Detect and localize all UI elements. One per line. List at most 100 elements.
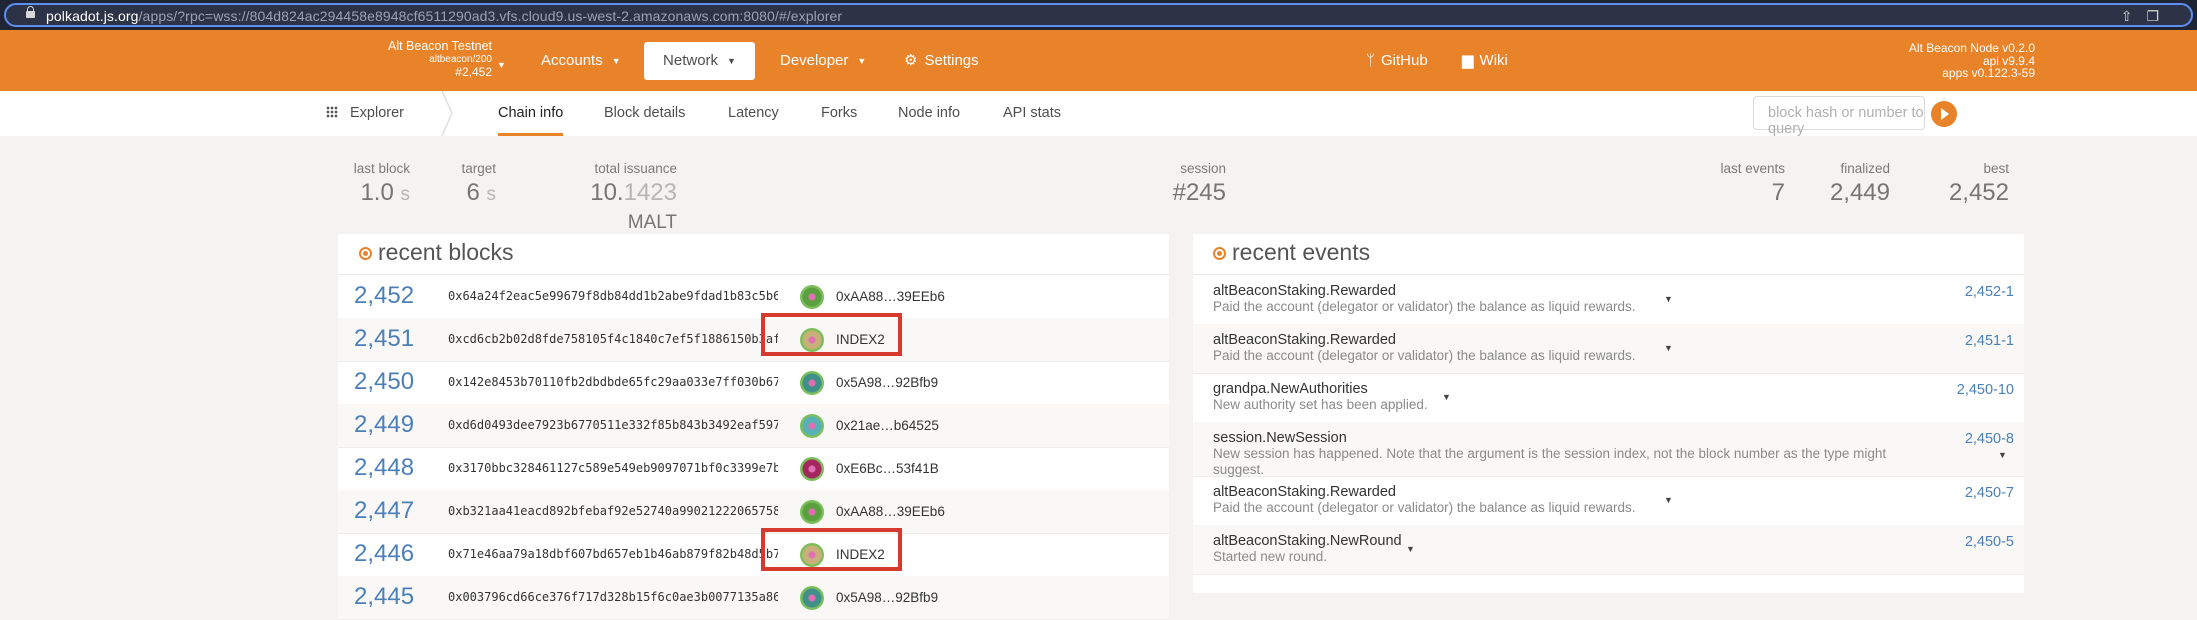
tab-latency[interactable]: Latency <box>728 91 779 136</box>
block-author[interactable]: 0xE6Bc…53f41B <box>836 461 939 476</box>
menu-settings[interactable]: ⚙ Settings <box>904 30 979 91</box>
author-identicon-icon[interactable] <box>800 457 824 481</box>
block-row[interactable]: 2,452 0x64a24f2eac5e99679f8db84dd1b2abe9f… <box>338 275 1169 319</box>
expand-chevron-icon[interactable]: ▼ <box>1998 450 2007 460</box>
menu-accounts[interactable]: Accounts ▼ <box>541 30 621 91</box>
chain-selector[interactable]: Alt Beacon Testnet altbeacon/200 #2,452 … <box>330 40 506 79</box>
expand-chevron-icon[interactable]: ▼ <box>1664 343 1673 353</box>
block-row[interactable]: 2,450 0x142e8453b70110fb2dbdbde65fc29aa03… <box>338 361 1169 405</box>
block-number[interactable]: 2,447 <box>354 497 414 525</box>
author-identicon-icon[interactable] <box>800 586 824 610</box>
stat-total-issuance: total issuance 10.1423 MALT <box>540 161 677 235</box>
recent-events-panel: recent events altBeaconStaking.Rewarded P… <box>1193 234 2024 593</box>
event-id-link[interactable]: 2,451-1 <box>1965 333 2014 349</box>
explorer-section[interactable]: Explorer <box>326 91 404 136</box>
tabs-icon[interactable]: ❐ <box>2146 8 2173 24</box>
expand-chevron-icon[interactable]: ▼ <box>1664 294 1673 304</box>
author-identicon-icon[interactable] <box>800 328 824 352</box>
block-author[interactable]: 0x5A98…92Bfb9 <box>836 375 938 390</box>
block-hash: 0xcd6cb2b02d8fde758105f4c1840c7ef5f18861… <box>448 332 778 346</box>
block-author[interactable]: INDEX2 <box>836 332 885 347</box>
block-row[interactable]: 2,445 0x003796cd66ce376f717d328b15f6c0ae3… <box>338 576 1169 620</box>
author-identicon-icon[interactable] <box>800 500 824 524</box>
tab-node-info[interactable]: Node info <box>898 91 960 136</box>
event-description: Started new round. <box>1213 549 1328 564</box>
stat-label: target <box>461 161 496 176</box>
block-author[interactable]: 0x21ae…b64525 <box>836 418 939 433</box>
block-number[interactable]: 2,449 <box>354 411 414 439</box>
stat-value: 2,449 <box>1829 179 1890 206</box>
stat-label: total issuance <box>594 161 677 176</box>
event-row[interactable]: grandpa.NewAuthorities New authority set … <box>1193 373 2024 423</box>
stat-best: best 2,452 <box>1925 161 2009 207</box>
expand-chevron-icon[interactable]: ▼ <box>1406 544 1415 554</box>
block-row[interactable]: 2,451 0xcd6cb2b02d8fde758105f4c1840c7ef5f… <box>338 313 1169 362</box>
event-row[interactable]: session.NewSession New session has happen… <box>1193 422 2024 477</box>
block-hash: 0xd6d0493dee7923b6770511e332f85b843b3492… <box>448 418 778 432</box>
url-text[interactable]: polkadot.js.org/apps/?rpc=wss://804d824a… <box>46 8 842 24</box>
author-identicon-icon[interactable] <box>800 285 824 309</box>
event-id-link[interactable]: 2,450-5 <box>1965 534 2014 550</box>
event-id-link[interactable]: 2,450-10 <box>1957 382 2014 398</box>
block-number[interactable]: 2,446 <box>354 540 414 568</box>
url-field[interactable]: polkadot.js.org/apps/?rpc=wss://804d824a… <box>4 3 2193 27</box>
event-id-link[interactable]: 2,450-8 <box>1965 431 2014 447</box>
search-submit-button[interactable] <box>1931 101 1957 127</box>
stat-last-block: last block 1.0 s <box>350 161 410 207</box>
menu-developer[interactable]: Developer ▼ <box>780 30 866 91</box>
block-author[interactable]: 0xAA88…39EEb6 <box>836 289 945 304</box>
event-row[interactable]: altBeaconStaking.Rewarded Paid the accoun… <box>1193 324 2024 374</box>
stat-label: finalized <box>1840 161 1890 176</box>
stat-label: last block <box>353 161 410 176</box>
block-number[interactable]: 2,450 <box>354 368 414 396</box>
expand-chevron-icon[interactable]: ▼ <box>1442 392 1451 402</box>
event-id-link[interactable]: 2,450-7 <box>1965 485 2014 501</box>
menu-wiki[interactable]: ▆ Wiki <box>1462 30 1508 91</box>
tab-chain-info[interactable]: Chain info <box>498 91 564 136</box>
menu-accounts-label: Accounts <box>541 52 603 69</box>
menu-network[interactable]: Network ▼ <box>644 42 755 80</box>
event-description: Paid the account (delegator or validator… <box>1213 299 1636 314</box>
url-host: polkadot.js.org <box>46 8 139 24</box>
tab-block-details[interactable]: Block details <box>604 91 685 136</box>
block-author[interactable]: INDEX2 <box>836 547 885 562</box>
event-row[interactable]: altBeaconStaking.Rewarded Paid the accoun… <box>1193 476 2024 526</box>
block-number[interactable]: 2,448 <box>354 454 414 482</box>
block-hash: 0x3170bbc328461127c589e549eb9097071bf0c3… <box>448 461 778 475</box>
node-version-info: Alt Beacon Node v0.2.0 api v9.9.4 apps v… <box>1909 42 2035 80</box>
author-identicon-icon[interactable] <box>800 414 824 438</box>
author-identicon-icon[interactable] <box>800 543 824 567</box>
tab-forks[interactable]: Forks <box>821 91 857 136</box>
chevron-down-icon: ▼ <box>727 56 736 66</box>
expand-chevron-icon[interactable]: ▼ <box>1664 495 1673 505</box>
block-hash: 0x142e8453b70110fb2dbdbde65fc29aa033e7ff… <box>448 375 778 389</box>
block-author[interactable]: 0x5A98…92Bfb9 <box>836 590 938 605</box>
share-icon[interactable]: ⇧ <box>2121 8 2147 24</box>
event-row[interactable]: altBeaconStaking.NewRound Started new rou… <box>1193 525 2024 575</box>
author-identicon-icon[interactable] <box>800 371 824 395</box>
event-id-link[interactable]: 2,452-1 <box>1965 284 2014 300</box>
block-row[interactable]: 2,449 0xd6d0493dee7923b6770511e332f85b843… <box>338 404 1169 448</box>
event-title: altBeaconStaking.Rewarded <box>1213 484 1396 500</box>
bullet-icon <box>1213 247 1226 260</box>
top-nav-bar: Alt Beacon Testnet altbeacon/200 #2,452 … <box>0 30 2197 91</box>
block-row[interactable]: 2,448 0x3170bbc328461127c589e549eb9097071… <box>338 447 1169 491</box>
block-author[interactable]: 0xAA88…39EEb6 <box>836 504 945 519</box>
block-number[interactable]: 2,445 <box>354 583 414 611</box>
block-number[interactable]: 2,451 <box>354 325 414 353</box>
stat-value: 7 <box>1771 179 1785 206</box>
book-icon: ▆ <box>1462 52 1474 69</box>
menu-github[interactable]: ᛘ GitHub <box>1366 30 1428 91</box>
menu-network-label: Network <box>663 52 719 69</box>
block-row[interactable]: 2,447 0xb321aa41eacd892bfebaf92e52740a990… <box>338 490 1169 534</box>
apps-version: apps v0.122.3-59 <box>1942 66 2035 80</box>
block-number[interactable]: 2,452 <box>354 282 414 310</box>
block-row[interactable]: 2,446 0x71e46aa79a18dbf607bd657eb1b46ab87… <box>338 528 1169 577</box>
block-search-input[interactable]: block hash or number to query <box>1753 96 1925 137</box>
stat-value: 6 s <box>466 179 496 206</box>
menu-github-label: GitHub <box>1381 52 1428 69</box>
stat-label: session <box>1180 161 1226 176</box>
tab-api-stats[interactable]: API stats <box>1003 91 1061 136</box>
event-row[interactable]: altBeaconStaking.Rewarded Paid the accoun… <box>1193 275 2024 325</box>
chevron-down-icon: ▼ <box>611 56 621 66</box>
